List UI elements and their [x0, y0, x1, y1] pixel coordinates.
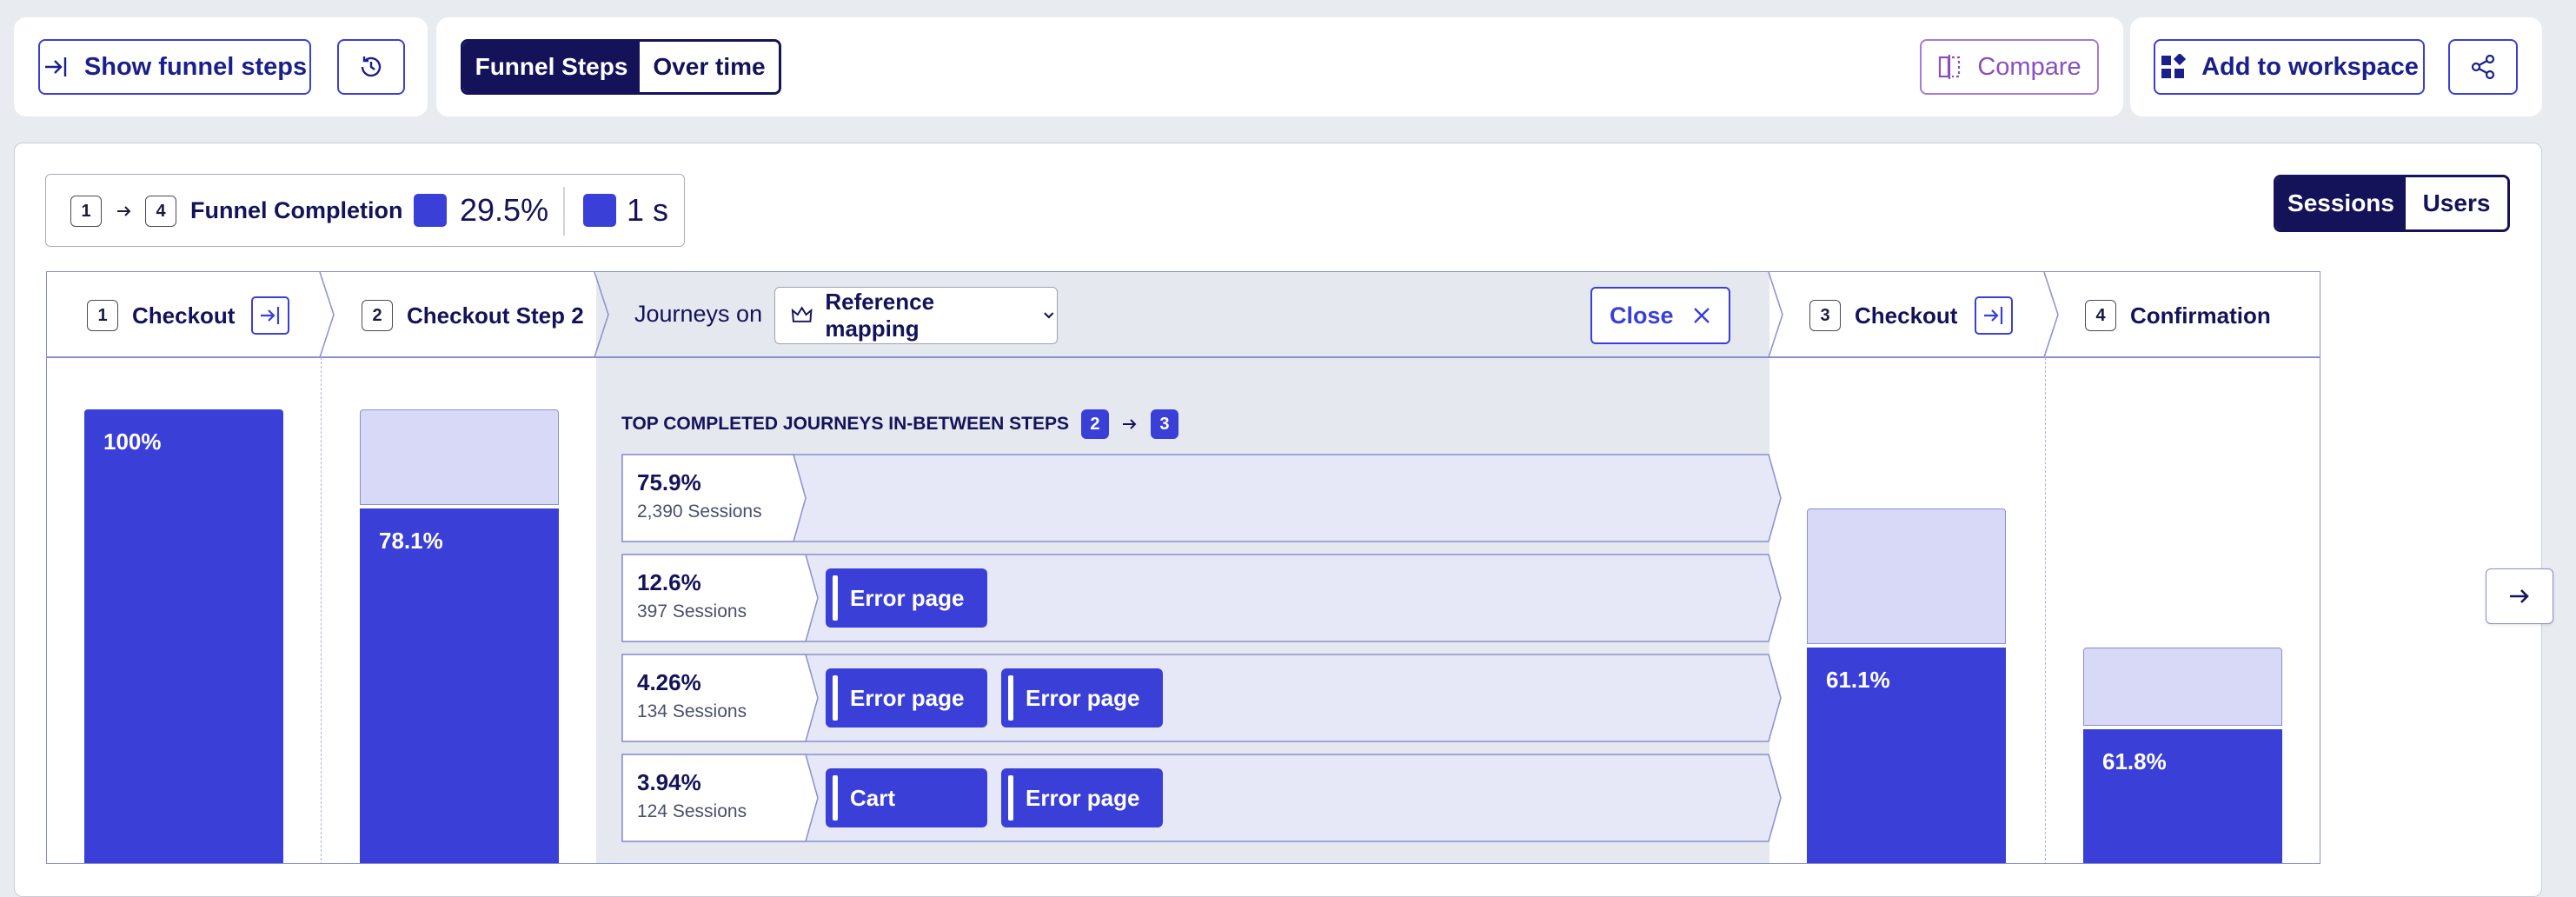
bar-step-4[interactable]: 61.8% [2083, 729, 2282, 863]
add-to-workspace-button[interactable]: Add to workspace [2154, 39, 2425, 95]
funnel-completion-label: Funnel Completion [190, 197, 403, 223]
chevron-down-icon [1044, 312, 1054, 319]
mode-tabs: Sessions Users [2274, 175, 2510, 232]
journey-page-chip[interactable]: Cart [826, 768, 987, 827]
compare-label: Compare [1977, 52, 2081, 81]
journey-row-2-shape [621, 554, 1782, 642]
summary-to-step: 4 [145, 196, 176, 227]
close-label: Close [1610, 302, 1674, 329]
arrow-right-icon [1122, 419, 1137, 429]
show-funnel-steps-button[interactable]: Show funnel steps [38, 39, 311, 95]
step-in-icon [44, 57, 67, 76]
bar-value-4: 61.8% [2102, 748, 2167, 774]
step-in-icon [1984, 307, 2003, 324]
journey-row-4-stats: 3.94% 124 Sessions [637, 769, 747, 822]
journey-row-1-stats: 75.9% 2,390 Sessions [637, 469, 762, 522]
bar-step-3[interactable]: 61.1% [1807, 648, 2006, 863]
journey-row-1-pct: 75.9% [637, 469, 701, 495]
step-label-3: Checkout S [1855, 302, 1962, 329]
journey-row-2-sessions: 397 Sessions [637, 601, 747, 621]
step-header-4[interactable]: 4 Confirmation [2085, 298, 2311, 333]
journey-row-2-stats: 12.6% 397 Sessions [637, 569, 747, 622]
journey-row-1[interactable]: 75.9% 2,390 Sessions [621, 454, 1783, 542]
share-icon [2471, 54, 2495, 80]
tab-funnel-steps[interactable]: Funnel Steps [463, 42, 640, 92]
tab-over-time[interactable]: Over time [640, 42, 779, 92]
bar-step-1[interactable]: 100% [84, 409, 283, 863]
widget-icon [2161, 54, 2187, 78]
share-button[interactable] [2448, 39, 2518, 95]
step-label-2: Checkout Step 2 [407, 302, 584, 329]
column-divider-4 [2045, 357, 2046, 863]
journey-row-4[interactable]: 3.94% 124 Sessions Cart Error page [621, 754, 1783, 842]
journey-page-chip[interactable]: Error page [826, 568, 987, 628]
journey-page-chip[interactable]: Error page [1001, 768, 1163, 827]
expand-step-1-button[interactable] [251, 296, 289, 335]
journey-row-4-sessions: 124 Sessions [637, 801, 747, 821]
history-button[interactable] [337, 39, 405, 95]
bar-step-2[interactable]: 78.1% [360, 508, 559, 863]
completion-swatch [414, 194, 447, 227]
tab-users[interactable]: Users [2406, 177, 2507, 229]
compare-button[interactable]: Compare [1920, 39, 2099, 95]
compare-icon [1939, 55, 1961, 79]
journey-page-chip[interactable]: Error page [1001, 668, 1163, 728]
journeys-heading-text: TOP COMPLETED JOURNEYS IN-BETWEEN STEPS [621, 414, 1069, 434]
reference-mapping-label: Reference mapping [825, 289, 935, 342]
tab-sessions[interactable]: Sessions [2276, 177, 2406, 229]
journeys-to-step: 3 [1150, 409, 1178, 439]
journey-row-3-shape [621, 654, 1782, 742]
journey-row-3[interactable]: 4.26% 134 Sessions Error page Error page [621, 654, 1783, 742]
journey-row-1-shape [621, 454, 1782, 542]
journey-row-3-sessions: 134 Sessions [637, 701, 747, 721]
journey-page-chip[interactable]: Error page [826, 668, 987, 728]
bar-value-3: 61.1% [1826, 667, 1890, 693]
bar-step-3-dropoff [1807, 508, 2006, 644]
summary-from-step: 1 [70, 196, 102, 227]
close-journeys-button[interactable]: Close [1590, 287, 1730, 344]
journey-row-3-stats: 4.26% 134 Sessions [637, 669, 747, 722]
arrow-right-icon [2510, 589, 2529, 603]
arrow-right-icon [117, 206, 131, 216]
show-funnel-steps-label: Show funnel steps [83, 52, 308, 81]
step-label-1: Checkout S [132, 302, 240, 329]
step-number-2: 2 [362, 300, 393, 331]
close-icon [1693, 308, 1710, 323]
crown-icon [791, 306, 813, 322]
journey-row-1-sessions: 2,390 Sessions [637, 502, 762, 522]
journey-row-2[interactable]: 12.6% 397 Sessions Error page [621, 554, 1783, 642]
bar-step-2-dropoff [360, 409, 559, 505]
summary-divider [563, 187, 565, 236]
scroll-next-button[interactable] [2486, 568, 2553, 624]
duration-swatch [583, 194, 616, 227]
step-label-4: Confirmation [2130, 302, 2271, 329]
funnel-completion-summary: 1 4 Funnel Completion 29.5% 1 s [45, 174, 685, 247]
add-to-workspace-label: Add to workspace [2201, 52, 2419, 81]
journey-row-3-pct: 4.26% [637, 669, 701, 695]
funnel-chart: 1 Checkout S 2 Checkout Step 2 Journeys … [46, 271, 2320, 864]
journey-row-2-pct: 12.6% [637, 569, 701, 595]
journeys-heading: TOP COMPLETED JOURNEYS IN-BETWEEN STEPS … [621, 409, 1178, 439]
journeys-from-step: 2 [1080, 409, 1109, 439]
step-number-3: 3 [1809, 300, 1841, 331]
step-in-icon [261, 307, 280, 324]
reference-mapping-dropdown[interactable]: Reference mapping [774, 287, 1058, 344]
completion-value: 29.5% [460, 192, 549, 228]
step-header-2[interactable]: 2 Checkout Step 2 [362, 298, 588, 333]
expand-step-3-button[interactable] [1975, 296, 2013, 335]
bar-step-4-dropoff [2083, 648, 2282, 726]
step-number-4: 4 [2085, 300, 2116, 331]
step-number-1: 1 [87, 300, 118, 331]
bar-value-2: 78.1% [379, 528, 443, 554]
column-divider-1 [321, 357, 322, 863]
bar-value-1: 100% [103, 429, 162, 455]
view-tabs: Funnel Steps Over time [461, 39, 781, 95]
journeys-on-label: Journeys on [634, 301, 763, 327]
journey-row-4-pct: 3.94% [637, 769, 701, 795]
journey-row-4-shape [621, 754, 1782, 842]
duration-value: 1 s [627, 192, 669, 228]
history-icon [361, 56, 382, 77]
